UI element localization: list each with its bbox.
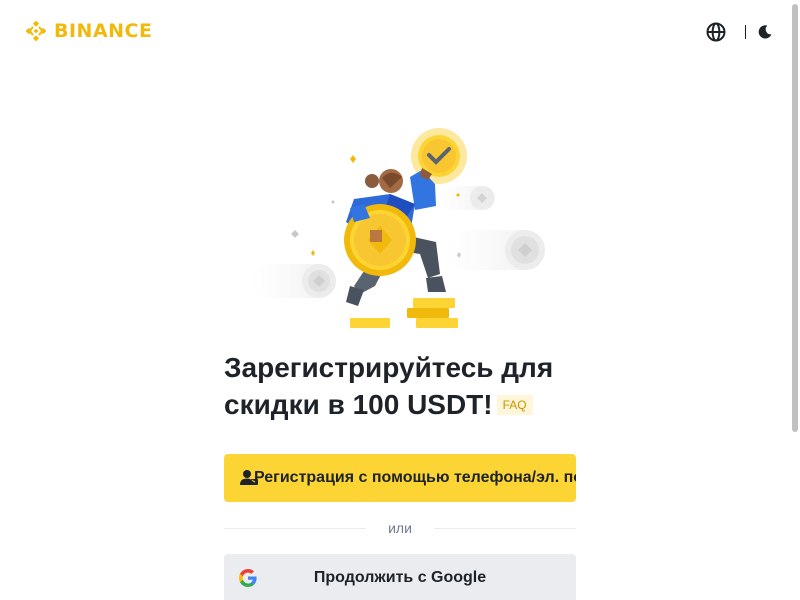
language-button[interactable] <box>705 21 727 43</box>
page-scrollbar-thumb[interactable] <box>792 4 798 432</box>
faq-link[interactable]: FAQ <box>496 394 533 415</box>
or-text: или <box>388 520 412 536</box>
signup-button-label: Регистрация с помощью телефона/эл. почты <box>254 469 576 486</box>
title-line-1: Зарегистрируйтесь для <box>224 352 554 383</box>
binance-logo-icon <box>25 20 47 42</box>
divider-line-left <box>224 527 367 529</box>
page-scrollbar-track[interactable] <box>790 0 800 600</box>
moon-icon <box>758 25 772 39</box>
signup-page: BINANCE Зарегистрируйтесь для скидки в 1… <box>0 0 800 600</box>
globe-icon <box>706 22 726 42</box>
hero-illustration <box>250 128 545 328</box>
divider-line-right <box>433 527 576 529</box>
header-actions <box>705 21 776 43</box>
or-divider: или <box>224 518 576 538</box>
brand-name: BINANCE <box>54 20 153 42</box>
signup-phone-email-button[interactable]: Регистрация с помощью телефона/эл. почты <box>224 454 576 502</box>
title-line-2: скидки в 100 USDT! <box>224 389 493 420</box>
google-icon <box>239 569 257 587</box>
header-divider <box>745 25 746 39</box>
top-bar: BINANCE <box>0 0 790 64</box>
continue-google-button[interactable]: Продолжить с Google <box>224 554 576 600</box>
binance-logo[interactable]: BINANCE <box>24 19 152 43</box>
google-button-label: Продолжить с Google <box>313 569 487 586</box>
theme-toggle-button[interactable] <box>754 21 776 43</box>
page-title: Зарегистрируйтесь для скидки в 100 USDT!… <box>224 349 584 423</box>
